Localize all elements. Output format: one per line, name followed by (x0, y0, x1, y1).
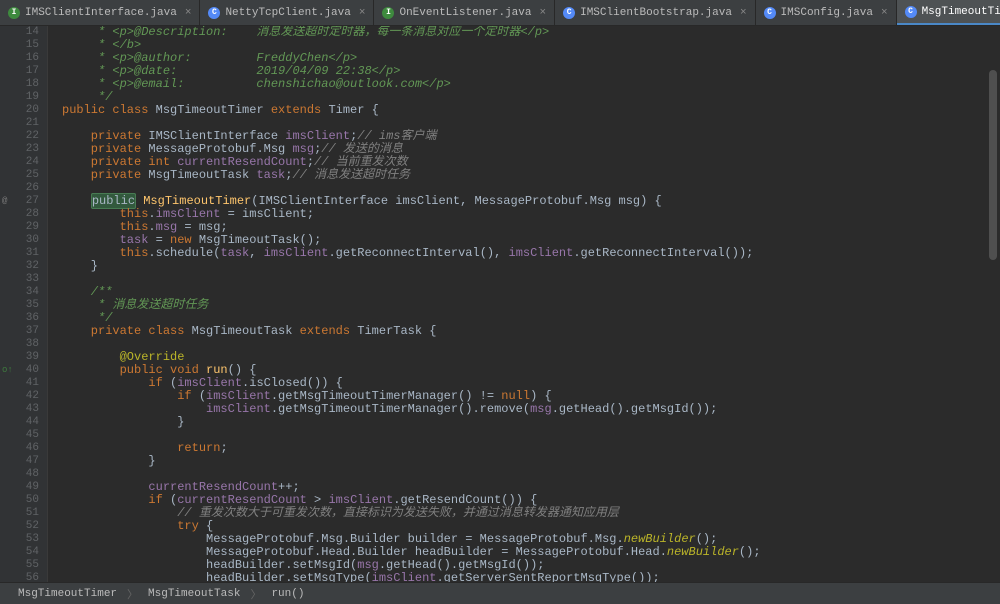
line-number[interactable]: 31 (0, 247, 39, 260)
line-number[interactable]: 16 (0, 52, 39, 65)
close-icon[interactable]: × (359, 7, 366, 19)
chevron-right-icon: 〉 (250, 586, 261, 602)
scrollbar-thumb[interactable] (989, 70, 997, 260)
tab-label: IMSConfig.java (781, 7, 873, 19)
tab-label: IMSClientBootstrap.java (580, 7, 732, 19)
code-line[interactable]: headBuilder.setMsgType(imsClient.getServ… (62, 572, 1000, 582)
override-marker-icon[interactable]: o↑ (2, 364, 13, 377)
code-editor[interactable]: * <p>@Description: 消息发送超时定时器，每一条消息对应一个定时… (48, 26, 1000, 582)
breadcrumb-item[interactable]: run() (263, 588, 312, 600)
line-number[interactable]: 30 (0, 234, 39, 247)
line-number[interactable]: 14 (0, 26, 39, 39)
line-number[interactable]: 25 (0, 169, 39, 182)
line-number[interactable]: 28 (0, 208, 39, 221)
tab-msgtimeouttimer[interactable]: CMsgTimeoutTimer.java× (897, 0, 1000, 25)
close-icon[interactable]: × (185, 7, 192, 19)
line-number[interactable]: 33 (0, 273, 39, 286)
line-number[interactable]: 37 (0, 325, 39, 338)
breadcrumb-bar[interactable]: MsgTimeoutTimer〉MsgTimeoutTask〉run() (0, 582, 1000, 604)
line-number[interactable]: 45 (0, 429, 39, 442)
code-line[interactable]: public class MsgTimeoutTimer extends Tim… (62, 104, 1000, 117)
class-icon: C (563, 7, 575, 19)
close-icon[interactable]: × (881, 7, 888, 19)
tab-nettytcpclient[interactable]: C NettyTcpClient.java × (200, 0, 374, 25)
code-line[interactable]: imsClient.getMsgTimeoutTimerManager().re… (62, 403, 1000, 416)
line-number[interactable]: 51 (0, 507, 39, 520)
line-number[interactable]: 18 (0, 78, 39, 91)
line-number[interactable]: 22 (0, 130, 39, 143)
line-number[interactable]: 35 (0, 299, 39, 312)
vertical-scrollbar[interactable] (988, 30, 998, 550)
line-number[interactable]: 39 (0, 351, 39, 364)
close-icon[interactable]: × (740, 7, 747, 19)
code-line[interactable]: private class MsgTimeoutTask extends Tim… (62, 325, 1000, 338)
code-line[interactable] (62, 338, 1000, 351)
code-line[interactable]: } (62, 416, 1000, 429)
tab-imsclientinterface[interactable]: I IMSClientInterface.java × (0, 0, 200, 25)
breadcrumb-item[interactable]: MsgTimeoutTimer (10, 588, 125, 600)
line-number[interactable]: 55 (0, 559, 39, 572)
line-number[interactable]: 20 (0, 104, 39, 117)
line-number[interactable]: 29 (0, 221, 39, 234)
tab-label: MsgTimeoutTimer.java (922, 6, 1000, 18)
code-line[interactable]: * 消息发送超时任务 (62, 299, 1000, 312)
line-number[interactable]: 49 (0, 481, 39, 494)
tab-label: NettyTcpClient.java (225, 7, 350, 19)
code-line[interactable]: * <p>@Description: 消息发送超时定时器，每一条消息对应一个定时… (62, 26, 1000, 39)
code-line[interactable]: } (62, 455, 1000, 468)
line-number[interactable]: 47 (0, 455, 39, 468)
line-number[interactable]: 53 (0, 533, 39, 546)
code-line[interactable]: return; (62, 442, 1000, 455)
line-number[interactable]: 34 (0, 286, 39, 299)
code-line[interactable]: * <p>@email: chenshichao@outlook.com</p> (62, 78, 1000, 91)
interface-icon: I (8, 7, 20, 19)
line-number-gutter[interactable]: 14151617181920212223242526@2728293031323… (0, 26, 48, 582)
tab-imsclientbootstrap[interactable]: C IMSClientBootstrap.java × (555, 0, 755, 25)
line-number[interactable]: 23 (0, 143, 39, 156)
code-line[interactable]: this.schedule(task, imsClient.getReconne… (62, 247, 1000, 260)
code-line[interactable]: private MsgTimeoutTask task;// 消息发送超时任务 (62, 169, 1000, 182)
line-number[interactable]: 38 (0, 338, 39, 351)
line-number[interactable]: 50 (0, 494, 39, 507)
line-number[interactable]: 17 (0, 65, 39, 78)
chevron-right-icon: 〉 (127, 586, 138, 602)
tab-imsconfig[interactable]: C IMSConfig.java × (756, 0, 897, 25)
usage-marker-icon[interactable]: @ (2, 195, 7, 208)
interface-icon: I (382, 7, 394, 19)
tab-oneventlistener[interactable]: I OnEventListener.java × (374, 0, 555, 25)
line-number[interactable]: 44 (0, 416, 39, 429)
line-number[interactable]: 36 (0, 312, 39, 325)
editor-tab-bar: I IMSClientInterface.java × C NettyTcpClient… (0, 0, 1000, 26)
line-number[interactable]: 15 (0, 39, 39, 52)
tab-label: IMSClientInterface.java (25, 7, 177, 19)
line-number[interactable]: 41 (0, 377, 39, 390)
breadcrumb-item[interactable]: MsgTimeoutTask (140, 588, 248, 600)
editor-area: 14151617181920212223242526@2728293031323… (0, 26, 1000, 582)
code-line[interactable]: } (62, 260, 1000, 273)
line-number[interactable]: 26 (0, 182, 39, 195)
line-number[interactable]: 48 (0, 468, 39, 481)
line-number[interactable]: 19 (0, 91, 39, 104)
line-number[interactable]: 54 (0, 546, 39, 559)
line-number[interactable]: 43 (0, 403, 39, 416)
close-icon[interactable]: × (540, 7, 547, 19)
line-number[interactable]: 46 (0, 442, 39, 455)
class-icon: C (764, 7, 776, 19)
line-number[interactable]: 24 (0, 156, 39, 169)
line-number[interactable]: 21 (0, 117, 39, 130)
tab-label: OnEventListener.java (399, 7, 531, 19)
class-icon: C (208, 7, 220, 19)
line-number[interactable]: 32 (0, 260, 39, 273)
class-icon: C (905, 6, 917, 18)
line-number[interactable]: 42 (0, 390, 39, 403)
line-number[interactable]: 52 (0, 520, 39, 533)
code-line[interactable] (62, 273, 1000, 286)
